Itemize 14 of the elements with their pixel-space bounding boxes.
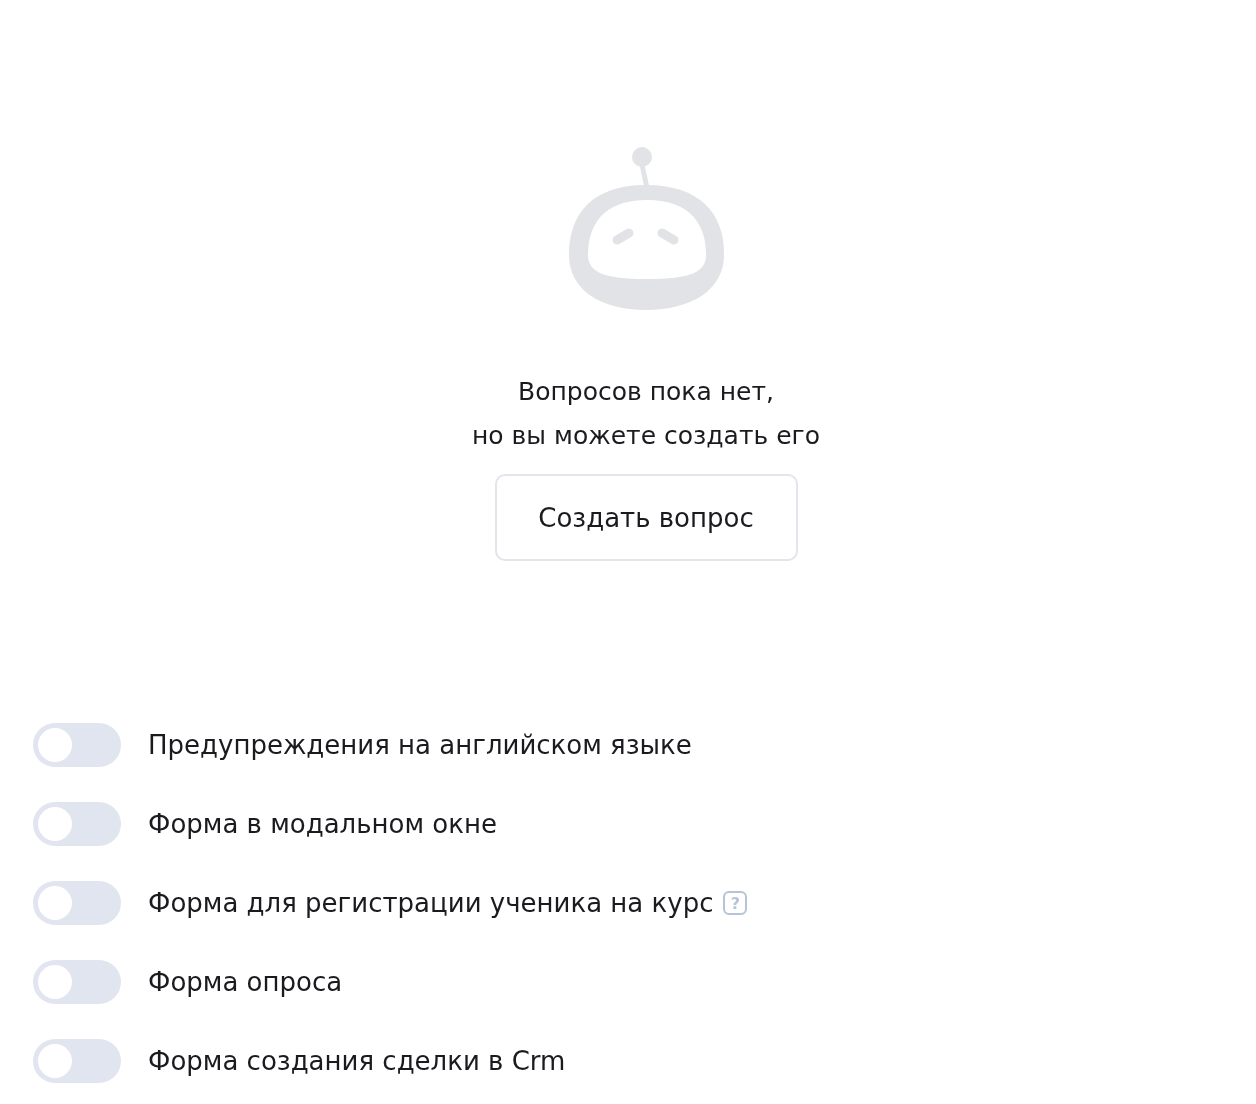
empty-message: но вы можете создать его xyxy=(472,420,820,452)
toggle-switch[interactable] xyxy=(33,802,121,846)
toggle-switch[interactable] xyxy=(33,1039,121,1083)
empty-message: Вопросов пока нет, xyxy=(518,376,774,408)
setting-label: Предупреждения на английском языке xyxy=(148,730,692,760)
setting-label: Форма для регистрации ученика на курс xyxy=(148,888,714,918)
toggle-switch[interactable] xyxy=(33,881,121,925)
robot-icon xyxy=(567,146,725,312)
setting-label: Форма создания сделки в Crm xyxy=(148,1046,566,1076)
toggle-switch[interactable] xyxy=(33,723,121,767)
setting-label: Форма в модальном окне xyxy=(148,809,497,839)
create-question-button[interactable]: Создать вопрос xyxy=(494,474,798,561)
setting-label: Форма опроса xyxy=(148,967,343,997)
toggle-switch[interactable] xyxy=(33,960,121,1004)
